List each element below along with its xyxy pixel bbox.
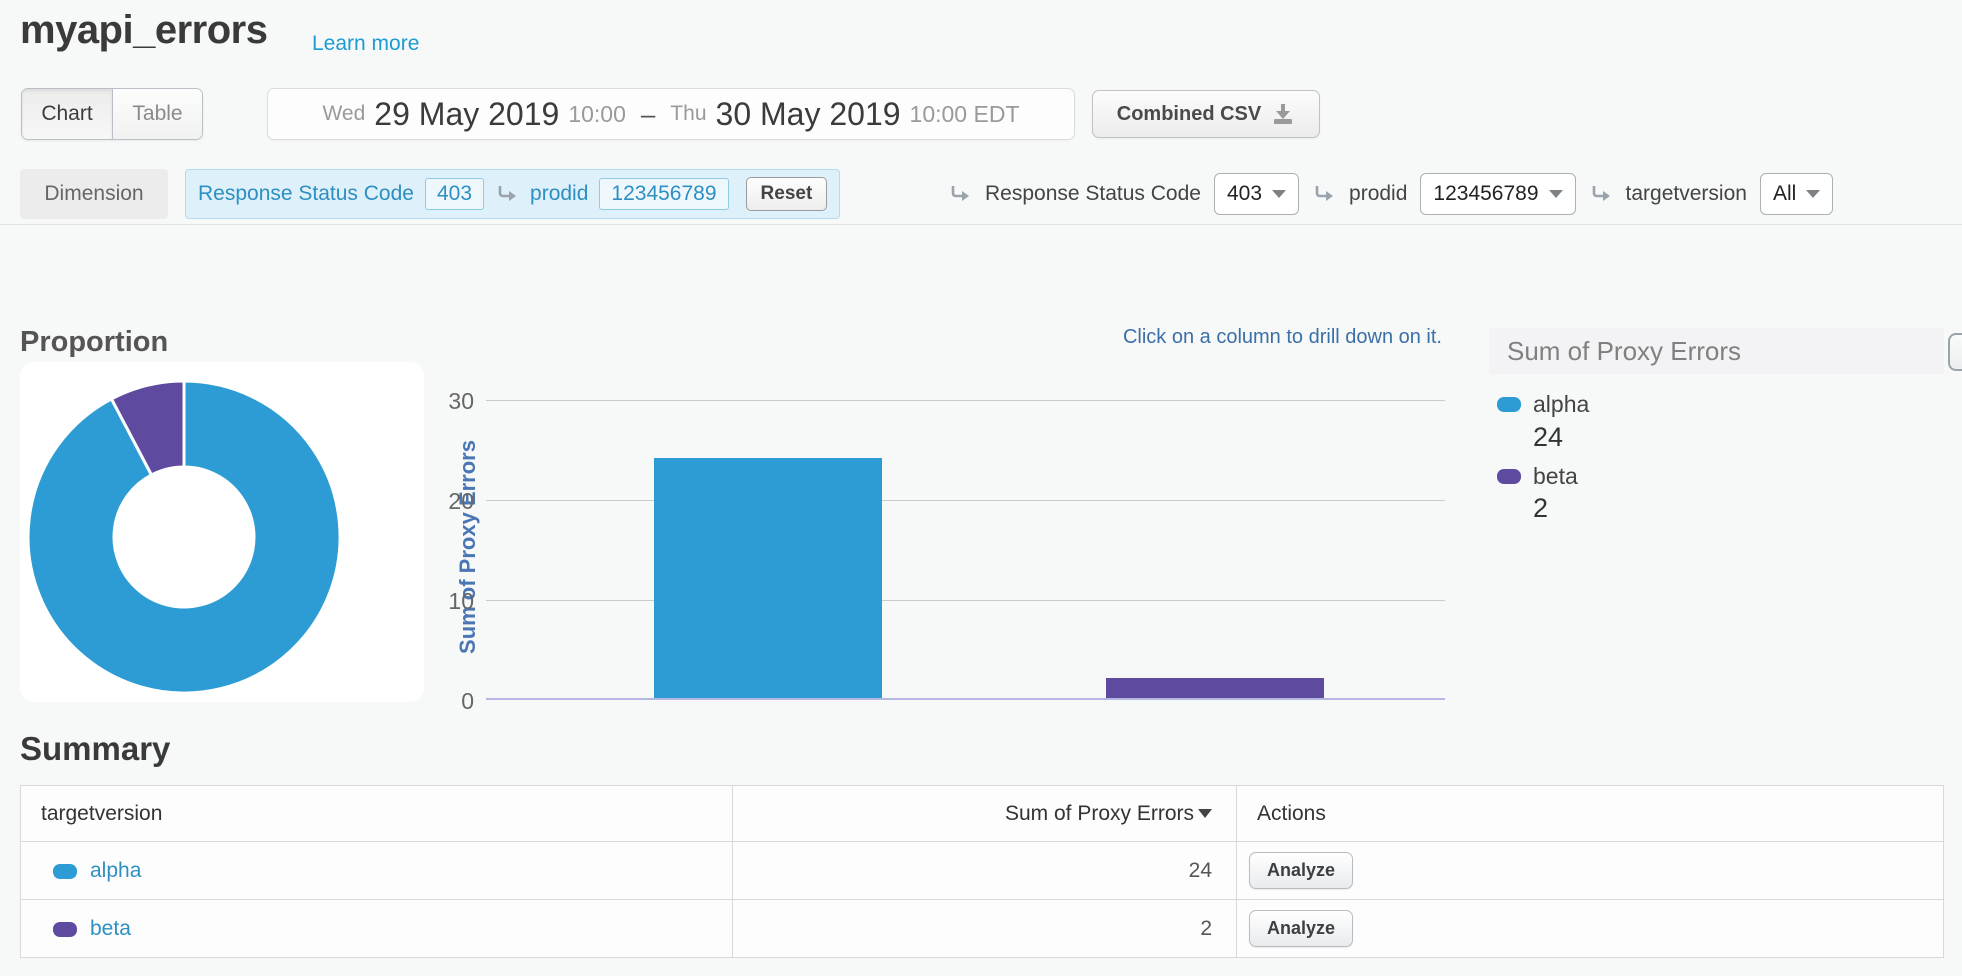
learn-more-link[interactable]: Learn more xyxy=(312,32,419,56)
analyze-button[interactable]: Analyze xyxy=(1249,910,1353,947)
x-axis-baseline xyxy=(486,698,1445,700)
report-page: myapi_errors Learn more Chart Table Wed … xyxy=(0,0,1962,976)
row-dimension-link[interactable]: alpha xyxy=(90,859,141,882)
filter-controls: Response Status Code 403 prodid 12345678… xyxy=(948,169,1833,219)
filter-selected-value: 123456789 xyxy=(1433,182,1538,206)
filter-dropdown-response-status-code[interactable]: 403 xyxy=(1214,173,1299,215)
start-date: 29 May 2019 xyxy=(374,96,559,133)
alpha-swatch-icon xyxy=(1497,397,1521,412)
table-row-beta: beta 2 Analyze xyxy=(21,900,1944,958)
gridline xyxy=(486,500,1445,501)
end-day: Thu xyxy=(670,102,706,126)
combined-csv-label: Combined CSV xyxy=(1117,103,1261,126)
drill-down-arrow-icon xyxy=(495,182,519,206)
breadcrumb-dimension-value[interactable]: 403 xyxy=(425,178,484,210)
summary-title: Summary xyxy=(20,730,170,768)
alpha-swatch-icon xyxy=(53,864,77,879)
drilldown-hint: Click on a column to drill down on it. xyxy=(486,326,1442,349)
filter-selected-value: 403 xyxy=(1227,182,1262,206)
drill-down-arrow-icon xyxy=(1312,182,1336,206)
column-header-actions: Actions xyxy=(1237,786,1944,842)
end-date: 30 May 2019 xyxy=(716,96,901,133)
filter-dropdown-targetversion[interactable]: All xyxy=(1760,173,1833,215)
y-tick: 0 xyxy=(424,688,474,715)
proportion-title: Proportion xyxy=(20,326,168,359)
proportion-donut-card xyxy=(20,362,424,702)
summary-table: targetversion Sum of Proxy Errors Action… xyxy=(20,785,1944,958)
y-tick: 10 xyxy=(424,588,474,615)
beta-swatch-icon xyxy=(53,922,77,937)
breadcrumb-dimension-value[interactable]: 123456789 xyxy=(599,178,728,210)
drilldown-breadcrumb: Response Status Code 403 prodid 12345678… xyxy=(185,169,840,219)
caret-down-icon xyxy=(1272,190,1286,198)
caret-down-icon xyxy=(1806,190,1820,198)
legend-item-value: 2 xyxy=(1533,493,1548,524)
filter-name: Response Status Code xyxy=(985,182,1201,206)
gridline xyxy=(486,600,1445,601)
gridline xyxy=(486,400,1445,401)
view-toggle: Chart Table xyxy=(21,88,203,140)
row-dimension-link[interactable]: beta xyxy=(90,917,131,940)
sort-desc-icon xyxy=(1198,809,1212,818)
header-divider xyxy=(0,224,1962,225)
drill-down-arrow-icon xyxy=(948,182,972,206)
table-row-alpha: alpha 24 Analyze xyxy=(21,842,1944,900)
column-header-metric[interactable]: Sum of Proxy Errors xyxy=(733,786,1237,842)
legend-title: Sum of Proxy Errors xyxy=(1489,328,1944,374)
legend-item-label: beta xyxy=(1533,463,1578,490)
legend-item-value: 24 xyxy=(1533,422,1563,453)
proportion-donut-chart[interactable] xyxy=(20,362,424,702)
column-header-dimension[interactable]: targetversion xyxy=(21,786,733,842)
row-metric-value: 24 xyxy=(733,842,1237,900)
filter-name: targetversion xyxy=(1626,182,1747,206)
tab-chart[interactable]: Chart xyxy=(22,89,112,139)
tab-table[interactable]: Table xyxy=(112,89,202,139)
legend-item-label: alpha xyxy=(1533,391,1589,418)
bar-beta[interactable] xyxy=(1106,678,1324,698)
caret-down-icon xyxy=(1549,190,1563,198)
summary-header-row: targetversion Sum of Proxy Errors Action… xyxy=(21,786,1944,842)
bar-alpha[interactable] xyxy=(654,458,882,698)
row-metric-value: 2 xyxy=(733,900,1237,958)
breadcrumb-dimension-name[interactable]: prodid xyxy=(530,182,588,206)
end-time: 10:00 EDT xyxy=(910,101,1020,128)
breadcrumb-dimension-name[interactable]: Response Status Code xyxy=(198,182,414,206)
start-time: 10:00 xyxy=(568,101,626,128)
combined-csv-button[interactable]: Combined CSV xyxy=(1092,90,1320,138)
start-day: Wed xyxy=(322,102,365,126)
analyze-button[interactable]: Analyze xyxy=(1249,852,1353,889)
bar-chart-plot-area xyxy=(486,400,1445,700)
download-icon xyxy=(1271,103,1295,125)
y-tick: 30 xyxy=(424,388,474,415)
reset-button[interactable]: Reset xyxy=(746,177,828,211)
drill-down-arrow-icon xyxy=(1589,182,1613,206)
legend-item-beta[interactable]: beta xyxy=(1497,463,1578,490)
dimension-label: Dimension xyxy=(20,169,168,219)
y-axis-label: Sum of Proxy Errors xyxy=(455,440,481,654)
filter-name: prodid xyxy=(1349,182,1407,206)
date-range-separator: – xyxy=(635,99,661,130)
filter-dropdown-prodid[interactable]: 123456789 xyxy=(1420,173,1575,215)
date-range-picker[interactable]: Wed 29 May 2019 10:00 – Thu 30 May 2019 … xyxy=(267,88,1075,140)
legend-overflow-button[interactable] xyxy=(1948,333,1962,371)
legend-item-alpha[interactable]: alpha xyxy=(1497,391,1589,418)
filter-selected-value: All xyxy=(1773,182,1796,206)
beta-swatch-icon xyxy=(1497,469,1521,484)
y-tick: 20 xyxy=(424,488,474,515)
page-title: myapi_errors xyxy=(20,8,267,53)
